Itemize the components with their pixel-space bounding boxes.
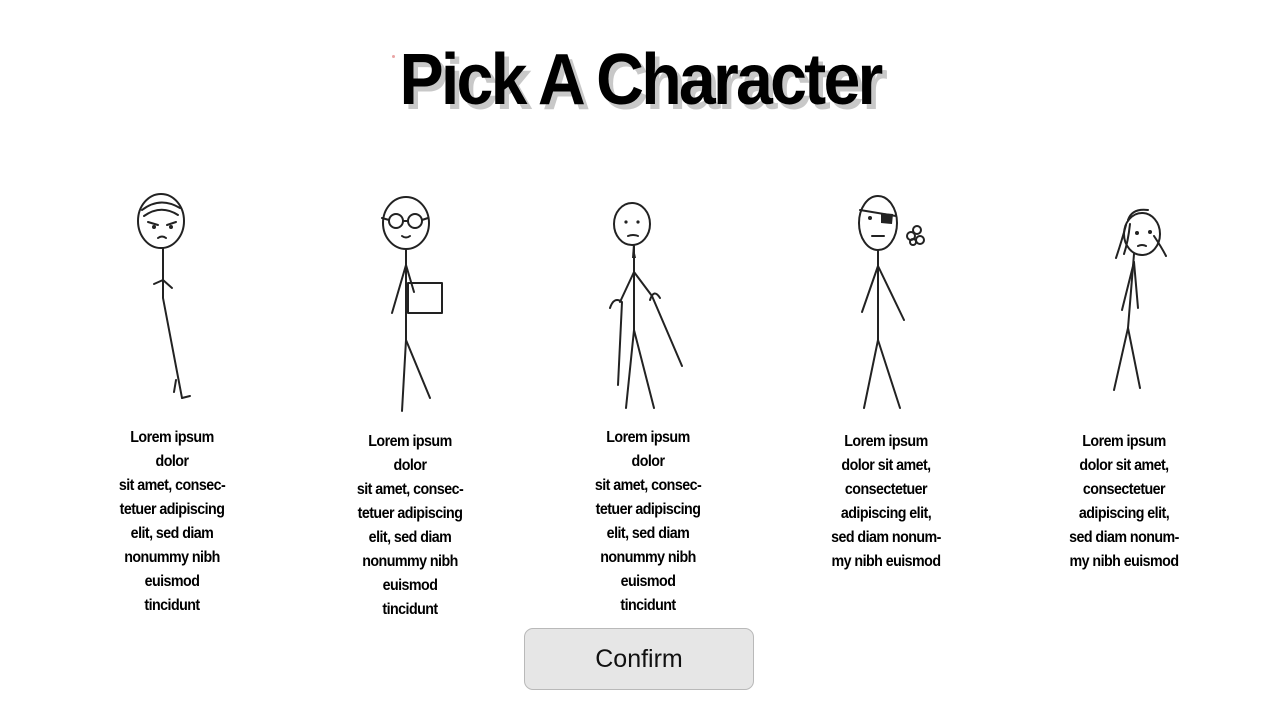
character-card-2[interactable]: Lorem ipsum dolor sit amet, consec- tetu… <box>310 180 510 618</box>
angry-stick-figure-icon <box>137 193 191 399</box>
character-card-3[interactable]: Lorem ipsum dolor sit amet, consec- tetu… <box>548 180 748 614</box>
eyepatch-stick-figure-icon <box>858 195 925 409</box>
character-description: Lorem ipsum dolor sit amet, consec- tetu… <box>356 433 464 618</box>
page-title: Pick A Character <box>399 40 883 120</box>
character-description: Lorem ipsum dolor sit amet, consectetuer… <box>1069 433 1179 570</box>
character-card-1[interactable]: Lorem ipsum dolor sit amet, consec- tetu… <box>72 180 272 614</box>
elder-stick-figure-with-canes-icon <box>609 202 683 409</box>
character-card-5[interactable]: Lorem ipsum dolor sit amet, consectetuer… <box>1024 180 1224 580</box>
character-card-4[interactable]: Lorem ipsum dolor sit amet, consectetuer… <box>786 180 986 580</box>
decorative-dot <box>392 55 395 58</box>
character-description: Lorem ipsum dolor sit amet, consec- tetu… <box>594 429 702 614</box>
confirm-button[interactable]: Confirm <box>524 628 754 690</box>
character-description: Lorem ipsum dolor sit amet, consec- tetu… <box>118 429 226 614</box>
glasses-stick-figure-with-book-icon <box>381 196 443 412</box>
flower-icon <box>906 225 925 246</box>
character-description: Lorem ipsum dolor sit amet, consectetuer… <box>831 433 941 570</box>
pigtails-stick-figure-icon <box>1113 208 1167 391</box>
